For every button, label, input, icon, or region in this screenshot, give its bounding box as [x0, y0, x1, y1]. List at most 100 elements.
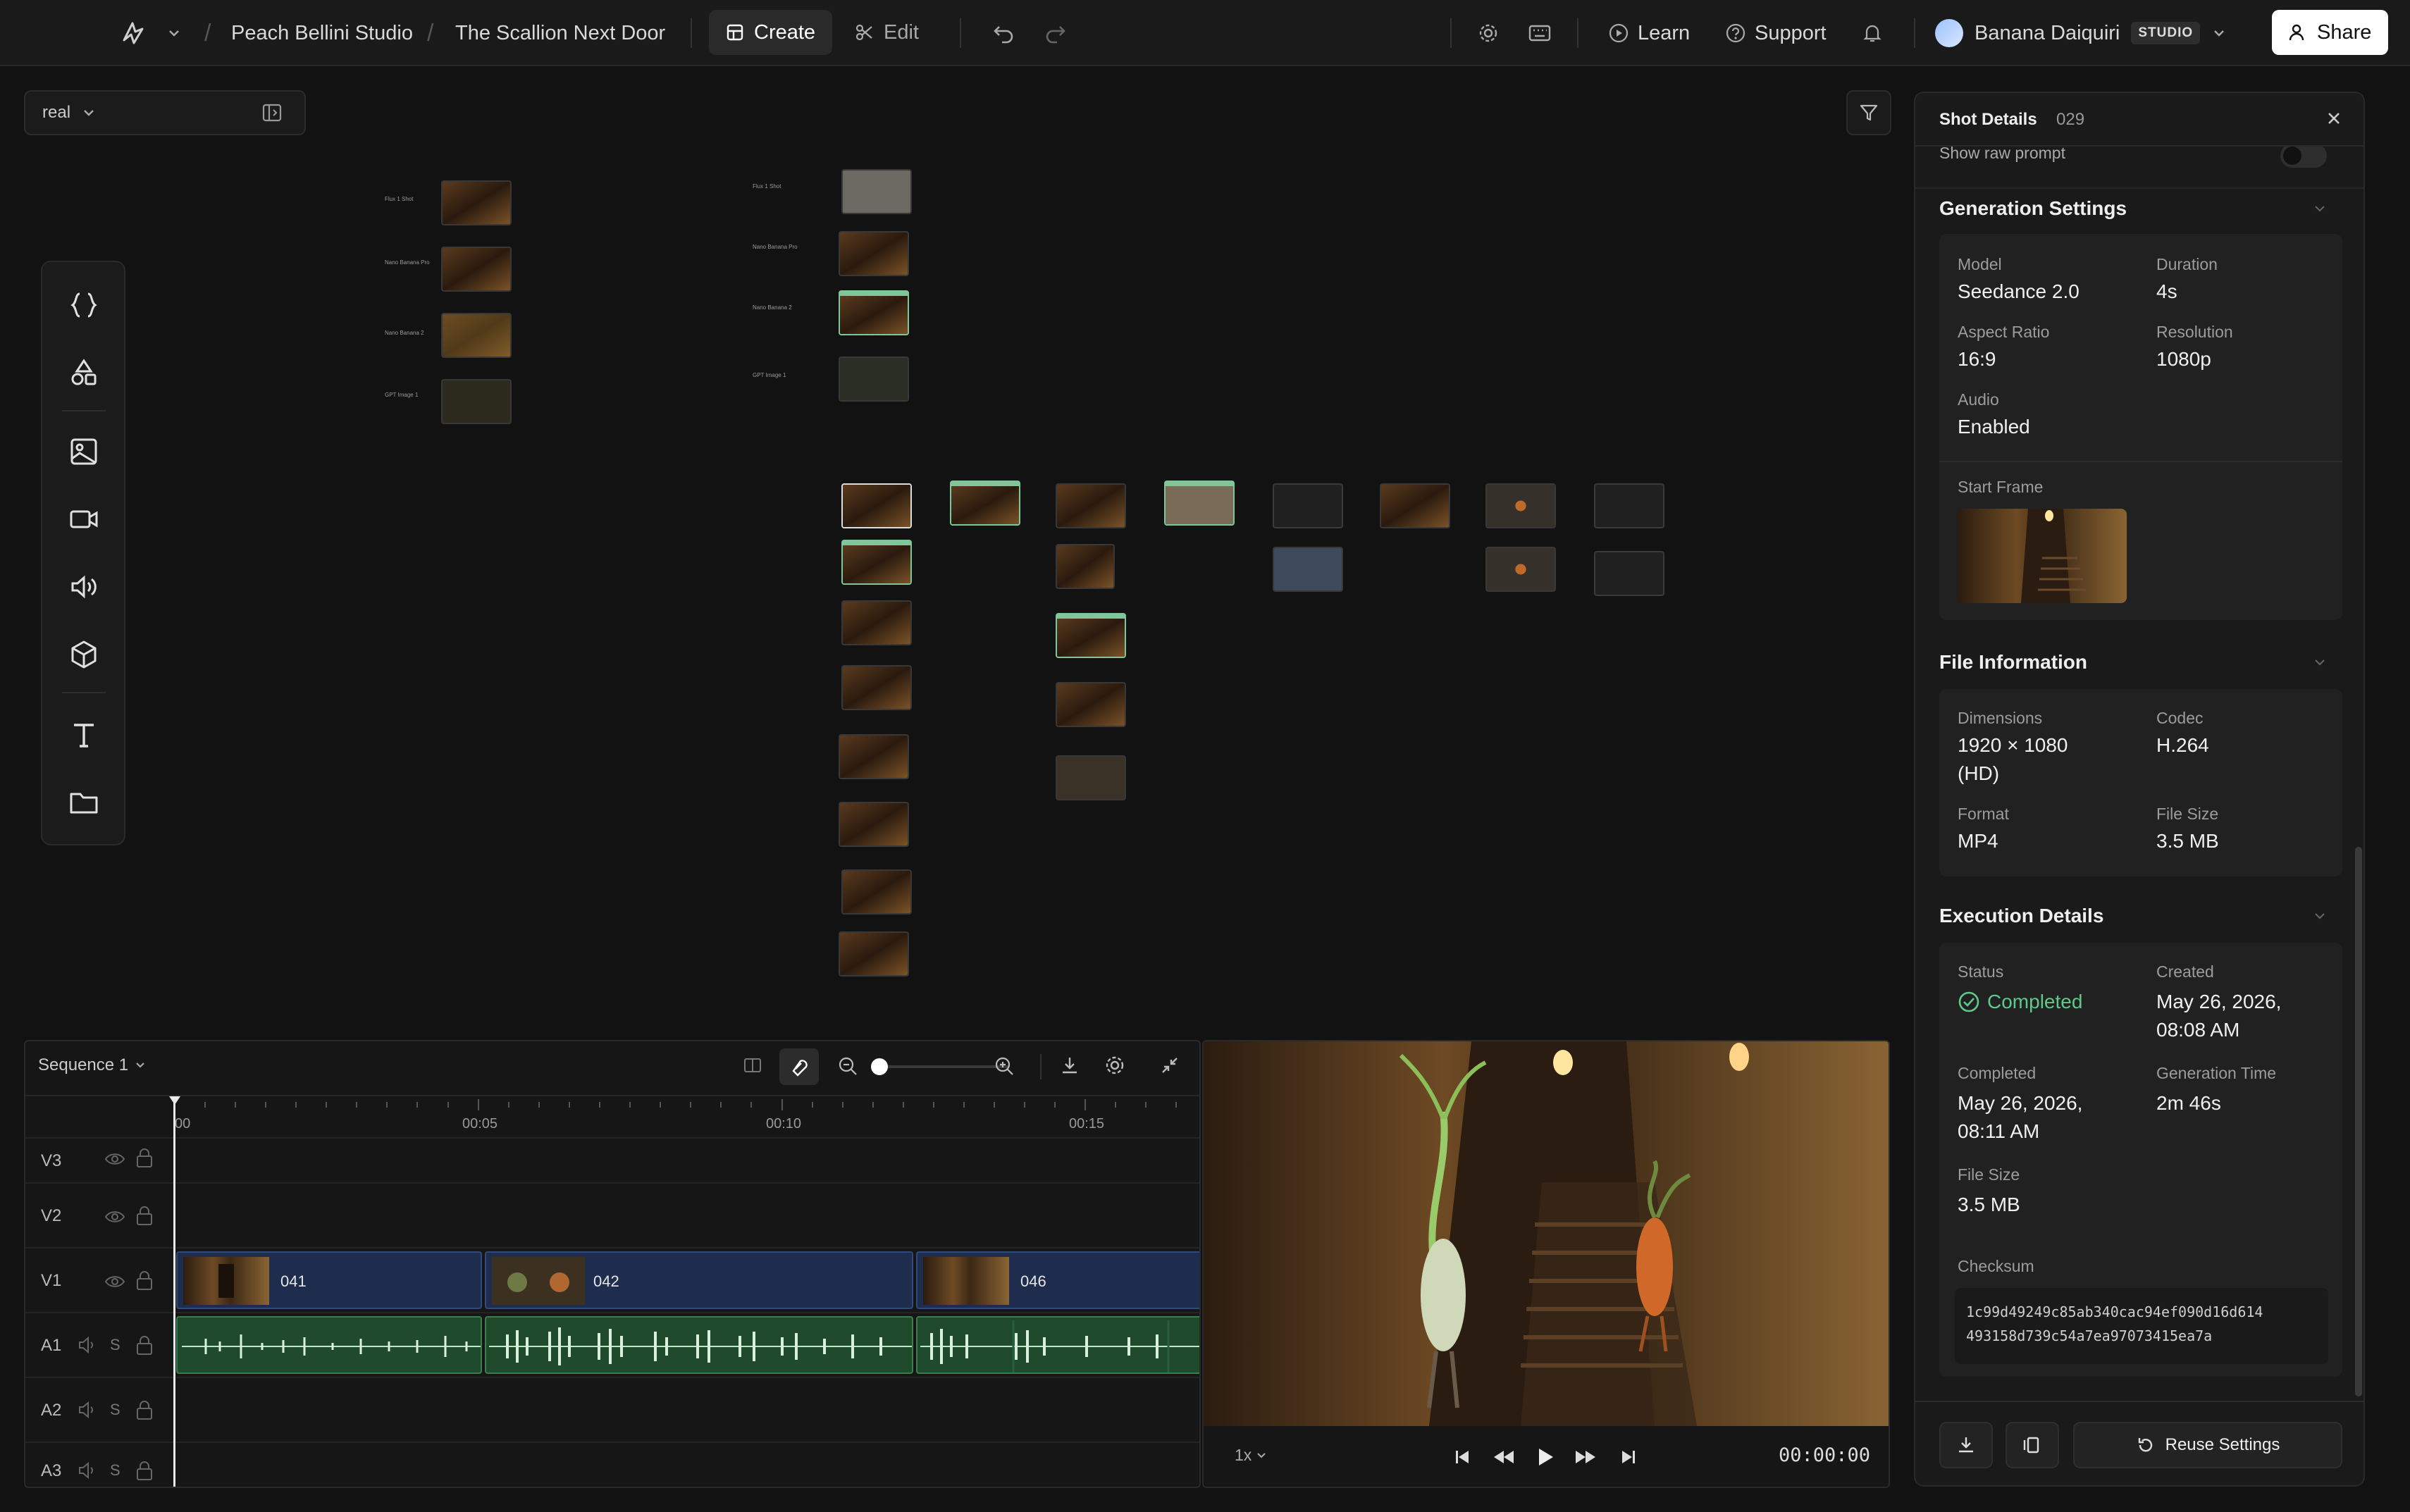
shapes-icon[interactable]	[61, 349, 107, 396]
video-node[interactable]	[839, 802, 909, 847]
video-node-empty[interactable]	[1594, 483, 1664, 528]
video-node[interactable]	[841, 665, 912, 710]
user-menu[interactable]: Banana Daiquiri STUDIO	[1935, 0, 2227, 66]
video-node[interactable]	[1056, 613, 1126, 658]
image-node[interactable]	[441, 247, 512, 292]
video-node[interactable]	[841, 483, 912, 528]
lock-icon[interactable]	[135, 1334, 154, 1356]
video-icon[interactable]	[61, 496, 107, 543]
playhead-handle[interactable]	[169, 1096, 180, 1105]
image-icon[interactable]	[61, 428, 107, 475]
node-canvas[interactable]: real Flux 1 Shot Nano Banana Pro Nano Ba…	[0, 68, 1896, 1040]
collapse-icon[interactable]	[1158, 1054, 1181, 1077]
chevron-down-icon[interactable]	[2313, 202, 2327, 216]
generation-settings-title[interactable]: Generation Settings	[1939, 197, 2127, 220]
image-node-selected[interactable]	[839, 290, 909, 335]
video-node[interactable]	[1485, 547, 1556, 592]
bell-icon[interactable]	[1862, 0, 1883, 66]
folder-icon[interactable]	[61, 779, 107, 826]
sequence-selector[interactable]: Sequence 1	[38, 1055, 147, 1075]
zoom-slider[interactable]	[875, 1065, 1009, 1068]
speaker-icon[interactable]	[78, 1461, 99, 1480]
solo-toggle[interactable]: S	[110, 1336, 121, 1354]
compare-button[interactable]	[2006, 1422, 2059, 1468]
gear-icon[interactable]	[1477, 0, 1500, 66]
code-braces-icon[interactable]	[61, 282, 107, 328]
rewind-icon[interactable]	[1493, 1447, 1515, 1467]
eye-icon[interactable]	[104, 1151, 125, 1167]
video-node[interactable]	[1380, 483, 1450, 528]
image-node[interactable]	[441, 379, 512, 424]
file-information-title[interactable]: File Information	[1939, 651, 2087, 674]
lock-icon[interactable]	[135, 1399, 154, 1420]
video-node[interactable]	[841, 869, 912, 915]
video-node[interactable]	[950, 481, 1020, 526]
image-node[interactable]	[839, 357, 909, 402]
chevron-down-icon[interactable]	[2313, 909, 2327, 923]
zoom-out-icon[interactable]	[837, 1055, 858, 1077]
lock-icon[interactable]	[135, 1147, 154, 1168]
solo-toggle[interactable]: S	[110, 1401, 121, 1419]
image-node[interactable]	[441, 180, 512, 225]
audio-clip[interactable]	[916, 1316, 1199, 1374]
skip-end-icon[interactable]	[1618, 1447, 1638, 1467]
close-icon[interactable]	[2324, 109, 2344, 128]
image-node[interactable]	[839, 231, 909, 276]
checksum-box[interactable]: 1c99d49249c85ab340cac94ef090d16d614 4931…	[1955, 1288, 2328, 1364]
learn-button[interactable]: Learn	[1608, 0, 1690, 66]
eye-icon[interactable]	[104, 1274, 125, 1289]
edit-tab[interactable]: Edit	[839, 10, 936, 55]
app-logo-icon[interactable]	[118, 0, 147, 66]
play-icon[interactable]	[1535, 1446, 1556, 1468]
share-button[interactable]: Share	[2272, 10, 2389, 55]
cube-icon[interactable]	[61, 631, 107, 678]
gear-icon[interactable]	[1104, 1054, 1126, 1077]
filter-button[interactable]	[1846, 90, 1891, 135]
download-button[interactable]	[1939, 1422, 1993, 1468]
video-clip[interactable]: 046	[916, 1251, 1199, 1309]
eye-icon[interactable]	[104, 1209, 125, 1225]
panel-toggle-icon[interactable]	[261, 101, 283, 124]
snap-toggle[interactable]	[779, 1048, 819, 1085]
chevron-down-icon[interactable]	[2313, 655, 2327, 669]
lock-icon[interactable]	[135, 1205, 154, 1226]
video-node[interactable]	[1273, 547, 1343, 592]
video-node-empty[interactable]	[1594, 551, 1664, 596]
video-node[interactable]	[1056, 682, 1126, 727]
raw-prompt-toggle[interactable]	[2280, 144, 2327, 168]
video-node[interactable]	[1164, 481, 1235, 526]
zoom-slider-thumb[interactable]	[871, 1058, 888, 1075]
breadcrumb-scene[interactable]: The Scallion Next Door	[455, 0, 665, 66]
video-node[interactable]	[839, 734, 909, 779]
video-node[interactable]	[1056, 544, 1115, 589]
start-frame-thumbnail[interactable]	[1958, 509, 2127, 603]
solo-toggle[interactable]: S	[110, 1461, 121, 1480]
video-node[interactable]	[1056, 755, 1126, 800]
text-icon[interactable]	[61, 712, 107, 758]
playback-speed[interactable]: 1x	[1235, 1446, 1267, 1465]
redo-icon[interactable]	[1043, 0, 1067, 66]
image-node[interactable]	[841, 169, 912, 214]
keyboard-icon[interactable]	[1528, 0, 1552, 66]
view-selector[interactable]: real	[24, 90, 306, 135]
video-node[interactable]	[839, 931, 909, 977]
video-node[interactable]	[1056, 483, 1126, 528]
time-ruler[interactable]: 00 00:05 00:10 00:15	[175, 1096, 1199, 1137]
split-view-icon[interactable]	[741, 1054, 764, 1077]
create-tab[interactable]: Create	[709, 10, 833, 55]
download-icon[interactable]	[1058, 1054, 1081, 1077]
image-node[interactable]	[441, 313, 512, 358]
execution-details-title[interactable]: Execution Details	[1939, 905, 2103, 927]
breadcrumb-project[interactable]: Peach Bellini Studio	[231, 0, 413, 66]
panel-scrollbar[interactable]	[2355, 847, 2362, 1396]
playhead[interactable]	[173, 1098, 175, 1487]
speaker-icon[interactable]	[78, 1336, 99, 1354]
video-node-empty[interactable]	[1273, 483, 1343, 528]
zoom-in-icon[interactable]	[994, 1055, 1015, 1077]
audio-clip[interactable]	[176, 1316, 482, 1374]
audio-icon[interactable]	[61, 564, 107, 610]
video-clip[interactable]: 041	[176, 1251, 482, 1309]
support-button[interactable]: Support	[1725, 0, 1827, 66]
video-node[interactable]	[841, 600, 912, 645]
preview-frame[interactable]	[1204, 1041, 1890, 1426]
